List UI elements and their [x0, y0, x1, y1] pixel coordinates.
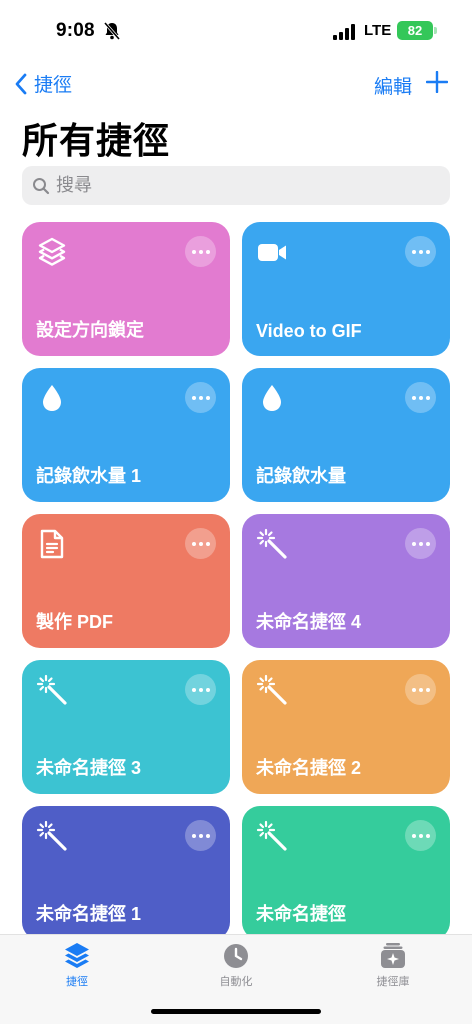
- battery-tip: [434, 27, 437, 34]
- more-options-button[interactable]: [185, 236, 216, 267]
- shortcut-title: 記錄飲水量: [256, 466, 346, 486]
- shortcut-card[interactable]: 未命名捷徑 4: [242, 514, 450, 648]
- tab-label: 捷徑: [66, 976, 88, 988]
- more-options-button[interactable]: [405, 382, 436, 413]
- more-options-button[interactable]: [405, 528, 436, 559]
- shortcut-title: 未命名捷徑 3: [36, 758, 142, 778]
- more-options-button[interactable]: [405, 820, 436, 851]
- tab-label: 自動化: [219, 976, 253, 988]
- more-options-button[interactable]: [185, 382, 216, 413]
- shortcut-title: 未命名捷徑 1: [36, 904, 142, 924]
- video-camera-icon: [258, 244, 286, 261]
- cellular-signal-icon: [333, 24, 357, 40]
- shortcut-title: Video to GIF: [256, 321, 362, 341]
- magic-wand-icon: [256, 528, 287, 559]
- more-options-button[interactable]: [185, 674, 216, 705]
- shortcut-title: 設定方向鎖定: [36, 320, 144, 340]
- shortcuts-stack-icon: [65, 943, 89, 968]
- search-bar[interactable]: [22, 166, 450, 205]
- battery-level: 82: [407, 23, 423, 38]
- shortcut-card[interactable]: 設定方向鎖定: [22, 222, 230, 356]
- back-button[interactable]: 捷徑: [14, 70, 72, 97]
- page-title: 所有捷徑: [22, 120, 171, 161]
- magic-wand-icon: [256, 820, 287, 851]
- add-shortcut-button[interactable]: [426, 71, 448, 93]
- more-options-button[interactable]: [405, 236, 436, 267]
- shortcut-card[interactable]: Video to GIF: [242, 222, 450, 356]
- home-indicator: [151, 1009, 321, 1014]
- clock-check-icon: [224, 944, 248, 968]
- tab-shortcuts[interactable]: 捷徑: [22, 941, 132, 989]
- more-options-button[interactable]: [405, 674, 436, 705]
- search-icon: [33, 177, 50, 194]
- magic-wand-icon: [256, 674, 287, 705]
- layers-icon: [38, 237, 66, 266]
- network-type: LTE: [364, 22, 392, 39]
- magic-wand-icon: [36, 820, 67, 851]
- document-icon: [40, 529, 64, 559]
- shortcut-title: 未命名捷徑 2: [256, 758, 362, 778]
- shortcut-card[interactable]: 製作 PDF: [22, 514, 230, 648]
- more-options-button[interactable]: [185, 528, 216, 559]
- magic-wand-icon: [36, 674, 67, 705]
- search-input[interactable]: [56, 175, 416, 196]
- bell-slash-icon: [104, 22, 120, 40]
- shortcut-card[interactable]: 記錄飲水量 1: [22, 368, 230, 502]
- tab-label: 捷徑庫: [376, 976, 410, 988]
- shortcut-title: 製作 PDF: [36, 612, 114, 632]
- water-drop-icon: [43, 385, 61, 411]
- tab-automation[interactable]: 自動化: [181, 941, 291, 989]
- shortcut-title: 記錄飲水量 1: [36, 466, 142, 486]
- water-drop-icon: [263, 385, 281, 411]
- battery-indicator: 82: [397, 21, 433, 40]
- gallery-icon: [381, 943, 405, 968]
- shortcut-card[interactable]: 未命名捷徑 1: [22, 806, 230, 940]
- back-label: 捷徑: [34, 75, 73, 96]
- tab-gallery[interactable]: 捷徑庫: [338, 941, 448, 989]
- status-time: 9:08: [56, 20, 95, 41]
- chevron-left-icon: [15, 73, 27, 94]
- edit-button[interactable]: 編輯: [374, 72, 412, 99]
- status-bar: 9:08 LTE 82: [0, 0, 472, 60]
- shortcut-title: 未命名捷徑: [256, 904, 346, 924]
- shortcut-card[interactable]: 記錄飲水量: [242, 368, 450, 502]
- more-options-button[interactable]: [185, 820, 216, 851]
- shortcut-title: 未命名捷徑 4: [256, 612, 362, 632]
- shortcut-card[interactable]: 未命名捷徑 3: [22, 660, 230, 794]
- shortcut-card[interactable]: 未命名捷徑: [242, 806, 450, 940]
- shortcut-card[interactable]: 未命名捷徑 2: [242, 660, 450, 794]
